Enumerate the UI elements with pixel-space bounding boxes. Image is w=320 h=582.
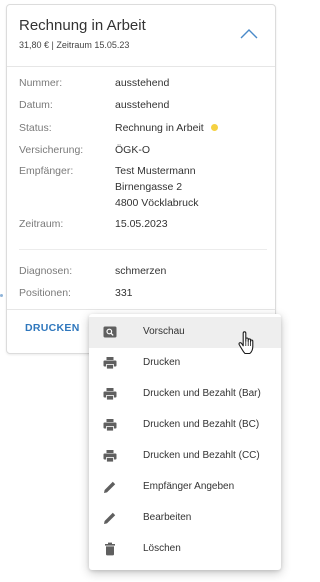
menu-item-label: Drucken und Bezahlt (BC)	[143, 419, 260, 430]
menu-item-label: Drucken und Bezahlt (CC)	[143, 450, 260, 461]
recipient-street: Birnengasse 2	[115, 181, 183, 193]
field-value: Test Mustermann Birnengasse 2 4800 Vöckl…	[115, 163, 198, 211]
menu-item-label: Bearbeiten	[143, 512, 192, 523]
preview-icon	[103, 326, 117, 338]
edge-indicator-dot	[0, 294, 3, 297]
menu-item-label: Drucken und Bezahlt (Bar)	[143, 388, 261, 399]
menu-item-loeschen[interactable]: Löschen	[89, 534, 281, 565]
field-label: Empfänger:	[19, 165, 74, 177]
status-text: Rechnung in Arbeit	[115, 122, 204, 134]
menu-item-drucken-bc[interactable]: Drucken und Bezahlt (BC)	[89, 410, 281, 441]
menu-item-drucken-cc[interactable]: Drucken und Bezahlt (CC)	[89, 441, 281, 472]
field-value: 331	[115, 287, 133, 299]
printer-icon	[103, 357, 117, 370]
pencil-icon	[104, 512, 116, 524]
field-value: 15.05.2023	[115, 218, 168, 230]
pencil-icon	[104, 481, 116, 493]
actions-divider	[7, 309, 275, 310]
menu-item-label: Löschen	[143, 543, 181, 554]
trash-icon	[105, 542, 115, 556]
card-header[interactable]: Rechnung in Arbeit 31,80 € | Zeitraum 15…	[7, 5, 275, 65]
menu-item-label: Drucken	[143, 357, 181, 368]
printer-icon	[103, 388, 117, 401]
field-value: schmerzen	[115, 265, 167, 277]
menu-item-vorschau[interactable]: Vorschau	[89, 317, 281, 348]
recipient-city: 4800 Vöcklabruck	[115, 197, 199, 209]
section-divider	[19, 249, 267, 250]
recipient-name: Test Mustermann	[115, 165, 196, 177]
menu-item-empfaenger-angeben[interactable]: Empfänger Angeben	[89, 472, 281, 503]
field-label: Status:	[19, 122, 52, 134]
menu-item-bearbeiten[interactable]: Bearbeiten	[89, 503, 281, 534]
menu-item-label: Vorschau	[143, 326, 185, 337]
menu-item-drucken[interactable]: Drucken	[89, 348, 281, 379]
field-label: Nummer:	[19, 77, 63, 89]
field-value: ausstehend	[115, 77, 170, 89]
field-label: Datum:	[19, 99, 53, 111]
status-dot	[210, 124, 218, 131]
menu-item-label: Empfänger Angeben	[143, 481, 235, 492]
printer-icon	[103, 419, 117, 432]
print-button[interactable]: DRUCKEN	[25, 322, 80, 334]
printer-icon	[103, 450, 117, 463]
field-value: ausstehend	[115, 99, 170, 111]
field-label: Versicherung:	[19, 144, 84, 156]
invoice-card: Rechnung in Arbeit 31,80 € | Zeitraum 15…	[6, 4, 276, 354]
print-menu: Vorschau Drucken Drucken und Bezahlt (Ba…	[89, 314, 281, 570]
card-title: Rechnung in Arbeit	[19, 17, 146, 34]
card-subtitle: 31,80 € | Zeitraum 15.05.23	[19, 40, 130, 50]
field-value: ÖGK-O	[115, 144, 151, 156]
header-divider	[7, 66, 275, 67]
chevron-up-icon[interactable]	[239, 27, 259, 41]
field-value: Rechnung in Arbeit	[115, 120, 218, 136]
field-label: Positionen:	[19, 287, 71, 299]
field-label: Diagnosen:	[19, 265, 73, 277]
field-label: Zeitraum:	[19, 218, 64, 230]
menu-item-drucken-bar[interactable]: Drucken und Bezahlt (Bar)	[89, 379, 281, 410]
